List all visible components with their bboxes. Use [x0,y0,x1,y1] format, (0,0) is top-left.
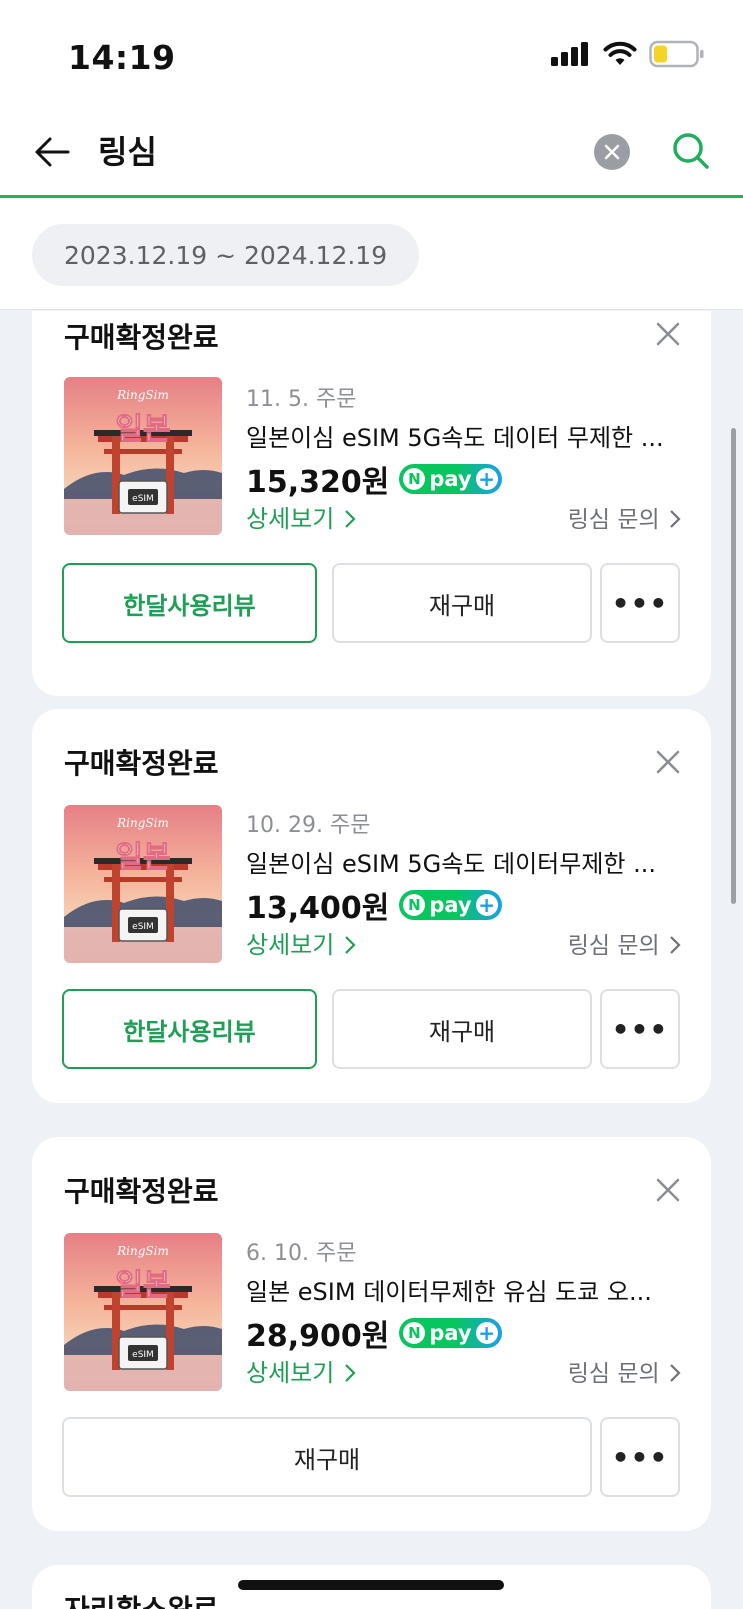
detail-link[interactable]: 상세보기 [246,1353,356,1388]
inquiry-link-label: 링심 문의 [567,933,660,959]
npay-plus-badge: N pay + [399,1318,502,1348]
detail-link-label: 상세보기 [246,931,335,959]
price: 28,900원 [246,1319,390,1354]
thumb-headline: 일본 [115,840,170,875]
order-status: 구매확정완료 [64,321,219,354]
thumb-brand: RingSim [116,388,169,402]
product-name[interactable]: 일본이심 eSIM 5G속도 데이터무제한 ... [246,844,676,879]
thumb-card-label: eSIM [132,922,154,932]
plus-icon: + [475,894,498,916]
plus-icon: + [475,468,498,490]
detail-link[interactable]: 상세보기 [246,499,356,534]
date-range-filter[interactable]: 2023.12.19 ~ 2024.12.19 [32,224,420,286]
back-button[interactable] [28,128,76,176]
price-row: 28,900원 N pay + [246,1311,502,1355]
more-options-button[interactable]: ••• [600,563,680,643]
thumb-brand: RingSim [116,1244,169,1258]
filter-bar: 2023.12.19 ~ 2024.12.19 [0,198,743,310]
inquiry-link[interactable]: 링심 문의 [568,500,681,534]
rebuy-button[interactable]: 재구매 [62,1417,592,1497]
npay-text: pay [429,893,472,917]
home-indicator [238,1580,504,1590]
clear-search-button[interactable] [594,134,630,170]
inquiry-link-label: 링심 문의 [567,1361,660,1387]
npay-text: pay [429,1321,472,1345]
inquiry-link[interactable]: 링심 문의 [568,926,681,960]
arrow-left-icon [35,137,70,167]
detail-link[interactable]: 상세보기 [246,925,356,960]
detail-link-label: 상세보기 [246,1359,335,1387]
more-options-button[interactable]: ••• [600,989,680,1069]
npay-n-icon: N [403,1322,426,1344]
product-name[interactable]: 일본이심 eSIM 5G속도 데이터 무제한 ... [246,418,676,453]
chevron-right-icon [345,510,356,528]
status-time: 14:19 [68,38,176,77]
order-date: 6. 10. 주문 [246,1241,357,1266]
rebuy-button[interactable]: 재구매 [332,563,592,643]
npay-n-icon: N [403,468,426,490]
thumb-card-label: eSIM [132,494,154,504]
monthly-review-button[interactable]: 한달사용리뷰 [62,989,317,1069]
chevron-right-icon [670,1364,681,1382]
inquiry-link-label: 링심 문의 [567,507,660,533]
npay-plus-badge: N pay + [399,464,502,494]
more-options-button[interactable]: ••• [600,1417,680,1497]
search-icon [673,133,709,169]
close-icon [604,144,620,160]
thumb-card-label: eSIM [132,1350,154,1360]
price: 15,320원 [246,465,390,500]
npay-plus-badge: N pay + [399,890,502,920]
price-row: 15,320원 N pay + [246,457,502,501]
npay-text: pay [429,467,472,491]
search-header: 링심 [0,112,743,198]
close-icon[interactable] [653,1175,683,1205]
detail-link-label: 상세보기 [246,505,335,533]
order-history-screen: 14:19 링심 2023.12.19 ~ 2024.12.19 구매확정완료 … [0,0,743,1609]
close-icon[interactable] [653,747,683,777]
chevron-right-icon [345,1364,356,1382]
product-name[interactable]: 일본 eSIM 데이터무제한 유심 도쿄 오... [246,1272,676,1307]
thumb-brand: RingSim [116,816,169,830]
product-thumbnail[interactable]: eSIM 일본 RingSim [64,805,222,963]
monthly-review-button[interactable]: 한달사용리뷰 [62,563,317,643]
order-list: 구매확정완료 eSIM 일본 RingSim 11. 5. 주문 일본이심 eS… [0,311,743,1609]
chevron-right-icon [670,936,681,954]
thumb-headline: 일본 [115,1268,170,1303]
order-card: 구매확정완료 [32,709,711,1103]
npay-n-icon: N [403,894,426,916]
search-query[interactable]: 링심 [98,128,157,176]
battery-icon [649,40,704,68]
status-bar: 14:19 [0,0,743,112]
chevron-right-icon [345,936,356,954]
order-card: 구매확정완료 [32,311,711,696]
order-status: 구매확정완료 [64,1175,219,1208]
product-thumbnail[interactable]: eSIM 일본 RingSim [64,377,222,535]
order-date: 10. 29. 주문 [246,813,371,838]
thumb-headline: 일본 [115,412,170,447]
price: 13,400원 [246,891,390,926]
product-thumbnail[interactable]: eSIM 일본 RingSim [64,1233,222,1391]
plus-icon: + [475,1322,498,1344]
search-button[interactable] [666,126,716,176]
price-row: 13,400원 N pay + [246,883,502,927]
status-icons [551,40,705,68]
order-status: 구매확정완료 [64,747,219,780]
scrollbar[interactable] [731,428,736,904]
order-status: 자리확소완료 [64,1588,219,1609]
signal-icon [551,42,588,66]
chevron-right-icon [670,510,681,528]
close-icon[interactable] [653,319,683,349]
order-date: 11. 5. 주문 [246,387,357,412]
rebuy-button[interactable]: 재구매 [332,989,592,1069]
wifi-icon [603,41,637,65]
inquiry-link[interactable]: 링심 문의 [568,1354,681,1388]
order-card: 구매확정완료 [32,1137,711,1531]
